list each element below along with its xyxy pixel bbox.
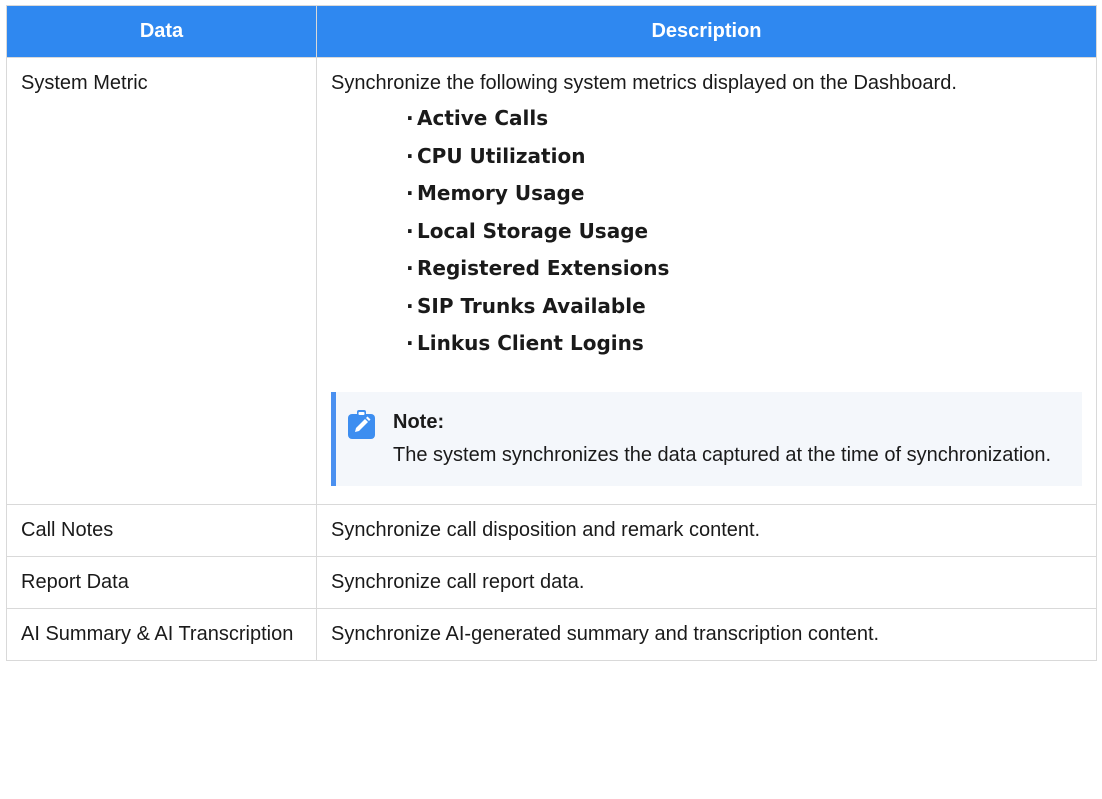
sync-data-table: Data Description System Metric Synchroni… [6, 5, 1097, 661]
list-item: · Memory Usage [406, 175, 1082, 213]
bullet-icon: · [406, 106, 414, 130]
table-row: Report Data Synchronize call report data… [6, 555, 1097, 609]
list-item: · SIP Trunks Available [406, 288, 1082, 326]
bullet-icon: · [406, 293, 414, 318]
description-text: Synchronize the following system metrics… [331, 72, 957, 94]
metric-label: SIP Trunks Available [417, 293, 646, 318]
metric-label: Active Calls [417, 106, 549, 130]
bullet-icon: · [406, 256, 414, 280]
row-data-ai-summary: AI Summary & AI Transcription [6, 607, 317, 661]
bullet-icon: · [406, 181, 414, 205]
metric-label: Local Storage Usage [417, 218, 649, 243]
row-description-report-data: Synchronize call report data. [316, 555, 1097, 609]
table-row: AI Summary & AI Transcription Synchroniz… [6, 607, 1097, 661]
metric-label: Linkus Client Logins [417, 331, 644, 355]
table-row: Call Notes Synchronize call disposition … [6, 503, 1097, 557]
row-data-call-notes: Call Notes [6, 503, 317, 557]
row-data-system-metric: System Metric [6, 57, 317, 505]
row-description-system-metric: Synchronize the following system metrics… [316, 57, 1097, 505]
list-item: · Active Calls [406, 100, 1082, 138]
list-item: · Local Storage Usage [406, 213, 1082, 251]
header-data: Data [6, 5, 317, 58]
list-item: · Linkus Client Logins [406, 325, 1082, 363]
note-body: Note: The system synchronizes the data c… [393, 406, 1068, 472]
metric-list: · Active Calls · CPU Utilization · Memory U… [331, 100, 1082, 363]
bullet-icon: · [406, 331, 414, 355]
table-header-row: Data Description [6, 5, 1097, 58]
note-text: The system synchronizes the data capture… [393, 443, 1052, 466]
pencil-note-icon [348, 409, 375, 439]
list-item: · Registered Extensions [406, 250, 1082, 288]
header-description: Description [316, 5, 1097, 58]
metric-label: Registered Extensions [417, 256, 670, 280]
note-title: Note: [393, 410, 445, 433]
list-item: · CPU Utilization [406, 138, 1082, 176]
bullet-icon: · [406, 218, 414, 243]
row-description-ai-summary: Synchronize AI-generated summary and tra… [316, 607, 1097, 661]
table-row: System Metric Synchronize the following … [6, 57, 1097, 505]
bullet-icon: · [406, 143, 414, 168]
metric-label: Memory Usage [417, 181, 585, 205]
note-box: Note: The system synchronizes the data c… [331, 391, 1082, 486]
row-data-report-data: Report Data [6, 555, 317, 609]
metric-label: CPU Utilization [417, 143, 586, 168]
row-description-call-notes: Synchronize call disposition and remark … [316, 503, 1097, 557]
